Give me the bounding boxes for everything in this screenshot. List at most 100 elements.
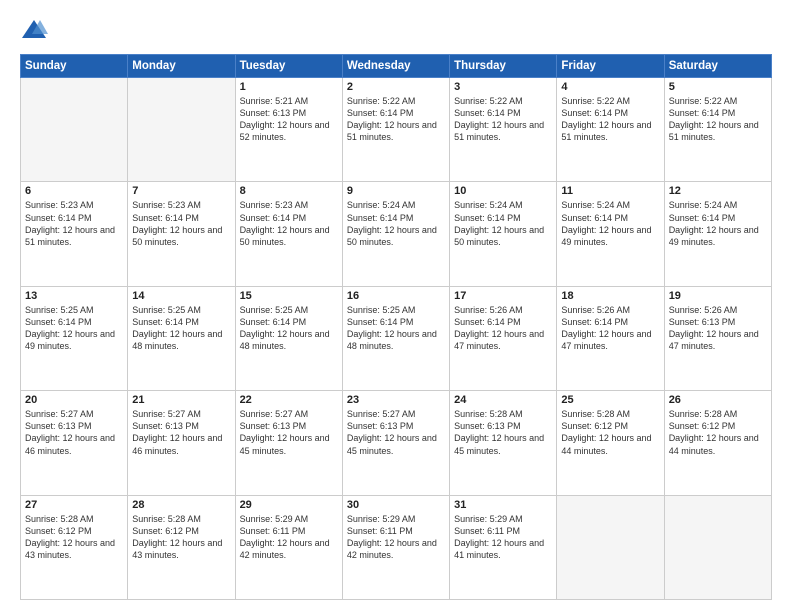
day-info: Sunrise: 5:25 AM Sunset: 6:14 PM Dayligh… xyxy=(347,304,445,353)
calendar-week-row: 27 Sunrise: 5:28 AM Sunset: 6:12 PM Dayli… xyxy=(21,495,772,599)
calendar-cell: 10 Sunrise: 5:24 AM Sunset: 6:14 PM Dayli… xyxy=(450,182,557,286)
day-number: 14 xyxy=(132,290,230,302)
weekday-header: Saturday xyxy=(664,55,771,78)
day-number: 21 xyxy=(132,394,230,406)
day-number: 11 xyxy=(561,185,659,197)
day-number: 12 xyxy=(669,185,767,197)
day-info: Sunrise: 5:25 AM Sunset: 6:14 PM Dayligh… xyxy=(132,304,230,353)
day-info: Sunrise: 5:26 AM Sunset: 6:13 PM Dayligh… xyxy=(669,304,767,353)
calendar-cell: 26 Sunrise: 5:28 AM Sunset: 6:12 PM Dayli… xyxy=(664,391,771,495)
day-info: Sunrise: 5:22 AM Sunset: 6:14 PM Dayligh… xyxy=(669,95,767,144)
calendar-cell: 29 Sunrise: 5:29 AM Sunset: 6:11 PM Dayli… xyxy=(235,495,342,599)
day-number: 26 xyxy=(669,394,767,406)
weekday-header-row: SundayMondayTuesdayWednesdayThursdayFrid… xyxy=(21,55,772,78)
day-info: Sunrise: 5:23 AM Sunset: 6:14 PM Dayligh… xyxy=(25,199,123,248)
calendar-cell: 24 Sunrise: 5:28 AM Sunset: 6:13 PM Dayli… xyxy=(450,391,557,495)
day-info: Sunrise: 5:27 AM Sunset: 6:13 PM Dayligh… xyxy=(25,408,123,457)
day-number: 22 xyxy=(240,394,338,406)
day-info: Sunrise: 5:29 AM Sunset: 6:11 PM Dayligh… xyxy=(240,513,338,562)
calendar-cell: 16 Sunrise: 5:25 AM Sunset: 6:14 PM Dayli… xyxy=(342,286,449,390)
calendar-cell: 20 Sunrise: 5:27 AM Sunset: 6:13 PM Dayli… xyxy=(21,391,128,495)
weekday-header: Thursday xyxy=(450,55,557,78)
calendar-week-row: 13Sunrise: 5:25 AM Sunset: 6:14 PM Dayli… xyxy=(21,286,772,390)
logo xyxy=(20,16,52,44)
calendar-cell: 22 Sunrise: 5:27 AM Sunset: 6:13 PM Dayli… xyxy=(235,391,342,495)
calendar-cell: 28 Sunrise: 5:28 AM Sunset: 6:12 PM Dayli… xyxy=(128,495,235,599)
day-number: 30 xyxy=(347,499,445,511)
calendar-cell: 27 Sunrise: 5:28 AM Sunset: 6:12 PM Dayli… xyxy=(21,495,128,599)
day-info: Sunrise: 5:23 AM Sunset: 6:14 PM Dayligh… xyxy=(132,199,230,248)
day-info: Sunrise: 5:27 AM Sunset: 6:13 PM Dayligh… xyxy=(132,408,230,457)
weekday-header: Sunday xyxy=(21,55,128,78)
weekday-header: Friday xyxy=(557,55,664,78)
day-number: 20 xyxy=(25,394,123,406)
day-number: 17 xyxy=(454,290,552,302)
calendar-cell xyxy=(664,495,771,599)
calendar-cell: 7 Sunrise: 5:23 AM Sunset: 6:14 PM Daylig… xyxy=(128,182,235,286)
calendar-week-row: 20 Sunrise: 5:27 AM Sunset: 6:13 PM Dayli… xyxy=(21,391,772,495)
day-info: Sunrise: 5:24 AM Sunset: 6:14 PM Dayligh… xyxy=(347,199,445,248)
calendar-cell: 23 Sunrise: 5:27 AM Sunset: 6:13 PM Dayli… xyxy=(342,391,449,495)
calendar-cell: 19 Sunrise: 5:26 AM Sunset: 6:13 PM Dayli… xyxy=(664,286,771,390)
day-number: 16 xyxy=(347,290,445,302)
day-number: 4 xyxy=(561,81,659,93)
calendar-cell: 17 Sunrise: 5:26 AM Sunset: 6:14 PM Dayli… xyxy=(450,286,557,390)
day-info: Sunrise: 5:25 AM Sunset: 6:14 PM Dayligh… xyxy=(25,304,123,353)
day-info: Sunrise: 5:27 AM Sunset: 6:13 PM Dayligh… xyxy=(347,408,445,457)
calendar-cell: 3 Sunrise: 5:22 AM Sunset: 6:14 PM Daylig… xyxy=(450,78,557,182)
day-number: 6 xyxy=(25,185,123,197)
day-info: Sunrise: 5:26 AM Sunset: 6:14 PM Dayligh… xyxy=(561,304,659,353)
calendar-cell: 2 Sunrise: 5:22 AM Sunset: 6:14 PM Daylig… xyxy=(342,78,449,182)
calendar-table: SundayMondayTuesdayWednesdayThursdayFrid… xyxy=(20,54,772,600)
day-number: 7 xyxy=(132,185,230,197)
day-info: Sunrise: 5:24 AM Sunset: 6:14 PM Dayligh… xyxy=(561,199,659,248)
day-info: Sunrise: 5:22 AM Sunset: 6:14 PM Dayligh… xyxy=(454,95,552,144)
day-info: Sunrise: 5:22 AM Sunset: 6:14 PM Dayligh… xyxy=(561,95,659,144)
day-number: 28 xyxy=(132,499,230,511)
day-number: 1 xyxy=(240,81,338,93)
calendar-cell: 21 Sunrise: 5:27 AM Sunset: 6:13 PM Dayli… xyxy=(128,391,235,495)
day-number: 9 xyxy=(347,185,445,197)
calendar-cell: 13Sunrise: 5:25 AM Sunset: 6:14 PM Dayli… xyxy=(21,286,128,390)
day-number: 3 xyxy=(454,81,552,93)
day-info: Sunrise: 5:26 AM Sunset: 6:14 PM Dayligh… xyxy=(454,304,552,353)
day-info: Sunrise: 5:23 AM Sunset: 6:14 PM Dayligh… xyxy=(240,199,338,248)
day-number: 29 xyxy=(240,499,338,511)
page: SundayMondayTuesdayWednesdayThursdayFrid… xyxy=(0,0,792,612)
day-number: 10 xyxy=(454,185,552,197)
calendar-cell xyxy=(21,78,128,182)
day-number: 5 xyxy=(669,81,767,93)
calendar-cell xyxy=(128,78,235,182)
day-number: 19 xyxy=(669,290,767,302)
calendar-cell: 31 Sunrise: 5:29 AM Sunset: 6:11 PM Dayli… xyxy=(450,495,557,599)
day-info: Sunrise: 5:25 AM Sunset: 6:14 PM Dayligh… xyxy=(240,304,338,353)
calendar-cell xyxy=(557,495,664,599)
day-info: Sunrise: 5:28 AM Sunset: 6:12 PM Dayligh… xyxy=(132,513,230,562)
day-number: 2 xyxy=(347,81,445,93)
calendar-week-row: 1Sunrise: 5:21 AM Sunset: 6:13 PM Daylig… xyxy=(21,78,772,182)
calendar-cell: 11 Sunrise: 5:24 AM Sunset: 6:14 PM Dayli… xyxy=(557,182,664,286)
day-info: Sunrise: 5:24 AM Sunset: 6:14 PM Dayligh… xyxy=(669,199,767,248)
day-number: 24 xyxy=(454,394,552,406)
weekday-header: Tuesday xyxy=(235,55,342,78)
day-info: Sunrise: 5:27 AM Sunset: 6:13 PM Dayligh… xyxy=(240,408,338,457)
day-number: 31 xyxy=(454,499,552,511)
day-info: Sunrise: 5:22 AM Sunset: 6:14 PM Dayligh… xyxy=(347,95,445,144)
weekday-header: Wednesday xyxy=(342,55,449,78)
calendar-cell: 1Sunrise: 5:21 AM Sunset: 6:13 PM Daylig… xyxy=(235,78,342,182)
day-number: 27 xyxy=(25,499,123,511)
calendar-cell: 6 Sunrise: 5:23 AM Sunset: 6:14 PM Daylig… xyxy=(21,182,128,286)
day-info: Sunrise: 5:28 AM Sunset: 6:12 PM Dayligh… xyxy=(25,513,123,562)
day-info: Sunrise: 5:24 AM Sunset: 6:14 PM Dayligh… xyxy=(454,199,552,248)
calendar-cell: 30 Sunrise: 5:29 AM Sunset: 6:11 PM Dayli… xyxy=(342,495,449,599)
day-number: 23 xyxy=(347,394,445,406)
day-info: Sunrise: 5:28 AM Sunset: 6:13 PM Dayligh… xyxy=(454,408,552,457)
day-info: Sunrise: 5:28 AM Sunset: 6:12 PM Dayligh… xyxy=(669,408,767,457)
day-info: Sunrise: 5:29 AM Sunset: 6:11 PM Dayligh… xyxy=(454,513,552,562)
day-info: Sunrise: 5:29 AM Sunset: 6:11 PM Dayligh… xyxy=(347,513,445,562)
calendar-cell: 4 Sunrise: 5:22 AM Sunset: 6:14 PM Daylig… xyxy=(557,78,664,182)
day-number: 8 xyxy=(240,185,338,197)
calendar-cell: 25Sunrise: 5:28 AM Sunset: 6:12 PM Dayli… xyxy=(557,391,664,495)
calendar-cell: 5 Sunrise: 5:22 AM Sunset: 6:14 PM Daylig… xyxy=(664,78,771,182)
day-number: 18 xyxy=(561,290,659,302)
